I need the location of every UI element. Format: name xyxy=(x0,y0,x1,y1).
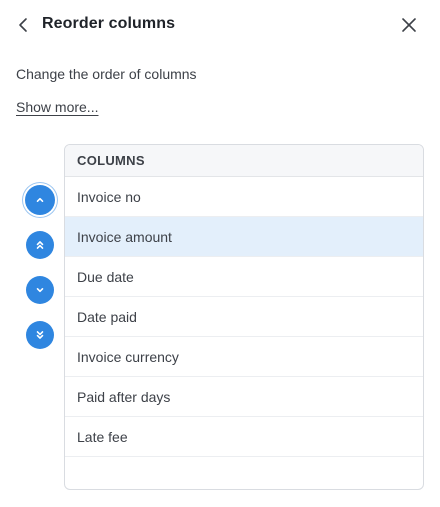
close-icon xyxy=(402,18,416,32)
columns-list: COLUMNS Invoice no Invoice amount Due da… xyxy=(64,144,424,490)
column-row-due-date[interactable]: Due date xyxy=(65,257,423,297)
reorder-columns-panel: Reorder columns Change the order of colu… xyxy=(0,0,440,507)
show-more-link[interactable]: Show more... xyxy=(16,99,98,115)
column-row-invoice-amount[interactable]: Invoice amount xyxy=(65,217,423,257)
panel-header: Reorder columns xyxy=(0,0,440,50)
double-chevron-down-icon xyxy=(36,331,44,339)
move-up-button[interactable] xyxy=(25,185,55,215)
back-button[interactable] xyxy=(14,14,34,36)
move-to-bottom-button[interactable] xyxy=(26,321,54,349)
column-row-late-fee[interactable]: Late fee xyxy=(65,417,423,457)
close-button[interactable] xyxy=(399,15,419,35)
column-row-date-paid[interactable]: Date paid xyxy=(65,297,423,337)
panel-description: Change the order of columns xyxy=(16,66,197,82)
columns-list-header: COLUMNS xyxy=(65,145,423,177)
panel-title: Reorder columns xyxy=(42,15,176,32)
column-row-invoice-currency[interactable]: Invoice currency xyxy=(65,337,423,377)
chevron-left-icon xyxy=(19,18,27,32)
move-down-button[interactable] xyxy=(26,276,54,304)
move-to-top-button[interactable] xyxy=(26,231,54,259)
double-chevron-up-icon xyxy=(36,241,44,249)
column-row-invoice-no[interactable]: Invoice no xyxy=(65,177,423,217)
chevron-up-icon xyxy=(36,197,44,202)
column-row-paid-after-days[interactable]: Paid after days xyxy=(65,377,423,417)
chevron-down-icon xyxy=(36,288,44,293)
